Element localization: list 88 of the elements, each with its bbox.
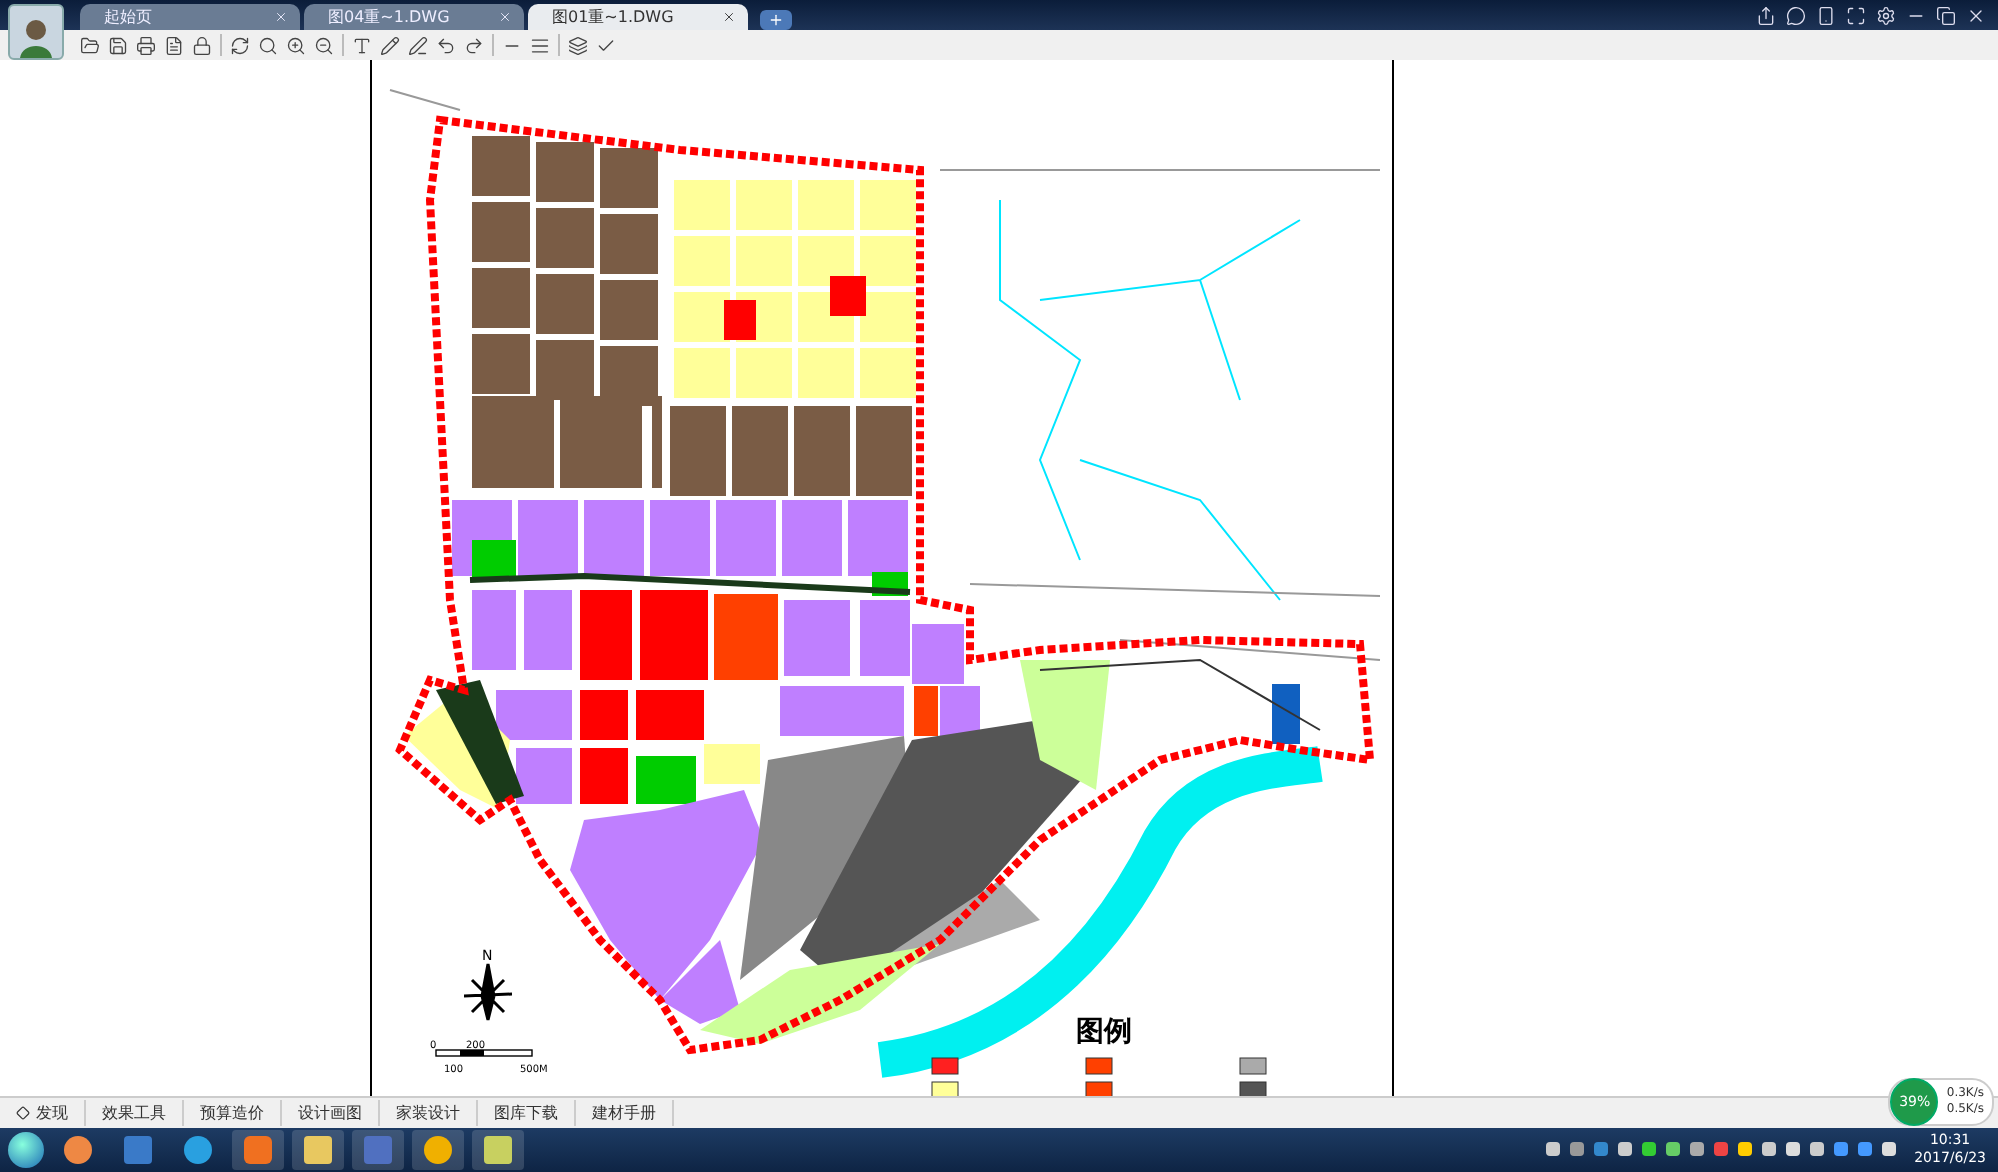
land-parcel [636, 690, 704, 740]
close-icon[interactable] [722, 10, 736, 24]
legend-title: 图例 [1076, 1016, 1132, 1048]
bottom-tab[interactable]: 图库下载 [478, 1099, 576, 1126]
save-icon[interactable] [108, 35, 128, 55]
bottom-tab[interactable]: 家装设计 [380, 1099, 478, 1126]
land-parcel [716, 500, 776, 576]
folder-icon[interactable] [80, 35, 100, 55]
land-parcel [650, 500, 710, 576]
land-parcel [472, 136, 530, 196]
land-parcel [536, 208, 594, 268]
land-parcel [640, 590, 708, 680]
pencil-icon[interactable] [380, 35, 400, 55]
undo-icon[interactable] [436, 35, 456, 55]
land-parcel [472, 268, 530, 328]
restore-icon[interactable] [1936, 5, 1956, 25]
land-parcel [714, 594, 778, 680]
text-icon[interactable] [352, 35, 372, 55]
land-parcel [736, 180, 792, 230]
lines-icon[interactable] [530, 35, 550, 55]
land-parcel [794, 406, 850, 496]
land-parcel [472, 202, 530, 262]
legend-swatch [1085, 1057, 1113, 1075]
land-parcel [784, 600, 850, 676]
land-parcel [856, 406, 912, 496]
scan-icon[interactable] [1846, 5, 1866, 25]
taskbar-app-icon[interactable] [232, 1129, 284, 1170]
taskbar-app-icon[interactable] [472, 1129, 524, 1170]
check-icon[interactable] [596, 35, 616, 55]
land-parcel [600, 148, 658, 208]
land-parcel [584, 500, 644, 576]
land-parcel [736, 348, 792, 398]
land-parcel [782, 500, 842, 576]
land-parcel [472, 590, 516, 670]
land-parcel [732, 406, 788, 496]
document-tab[interactable]: 图01重~1.DWG [528, 4, 748, 30]
plus-icon [768, 12, 784, 28]
settings-icon[interactable] [1876, 5, 1896, 25]
printer-icon[interactable] [136, 35, 156, 55]
chat-icon[interactable] [1786, 5, 1806, 25]
bottom-tab[interactable]: 建材手册 [576, 1099, 674, 1126]
bottom-tab[interactable]: 预算造价 [184, 1099, 282, 1126]
lock-icon[interactable] [192, 35, 212, 55]
land-parcel [600, 280, 658, 340]
bottom-tab[interactable]: 效果工具 [86, 1099, 184, 1126]
tree-belt [436, 680, 524, 804]
land-parcel [860, 348, 916, 398]
bottom-tab[interactable]: 设计画图 [282, 1099, 380, 1126]
land-parcel [736, 236, 792, 286]
scale-bar-icon [435, 1049, 533, 1057]
pen-icon[interactable] [408, 35, 428, 55]
search-icon[interactable] [258, 35, 278, 55]
document-tab[interactable]: 起始页 [80, 4, 300, 30]
refresh-icon[interactable] [230, 35, 250, 55]
land-parcel [524, 590, 572, 670]
land-parcel [860, 600, 910, 676]
land-parcel [798, 348, 854, 398]
share-icon[interactable] [1756, 5, 1776, 25]
land-parcel [798, 180, 854, 230]
phone-icon[interactable] [1816, 5, 1836, 25]
legend-swatch [1239, 1057, 1267, 1075]
diamond-icon [16, 1105, 30, 1120]
legend-swatch [931, 1057, 959, 1075]
land-parcel [674, 180, 730, 230]
land-parcel [600, 214, 658, 274]
zoom-in-icon[interactable] [286, 35, 306, 55]
land-parcel [580, 690, 628, 740]
close-icon[interactable] [1966, 5, 1986, 25]
north-arrow-icon [462, 962, 514, 1022]
land-parcel [536, 274, 594, 334]
land-parcel [674, 348, 730, 398]
user-avatar[interactable] [8, 4, 64, 60]
document-tab[interactable]: 图04重~1.DWG [304, 4, 524, 30]
bottom-tab[interactable]: 发现 [0, 1099, 86, 1126]
document-icon[interactable] [164, 35, 184, 55]
land-parcel [1272, 684, 1300, 744]
redo-icon[interactable] [464, 35, 484, 55]
land-parcel [580, 590, 632, 680]
taskbar-app-icon[interactable] [292, 1129, 344, 1170]
land-parcel [860, 180, 916, 230]
zoom-out-icon[interactable] [314, 35, 334, 55]
taskbar-app-icon[interactable] [412, 1129, 464, 1170]
new-tab-button[interactable] [760, 10, 792, 30]
start-button[interactable] [8, 1131, 44, 1168]
layers-icon[interactable] [568, 35, 588, 55]
land-parcel [670, 406, 726, 496]
land-parcel [536, 142, 594, 202]
land-parcel [674, 236, 730, 286]
